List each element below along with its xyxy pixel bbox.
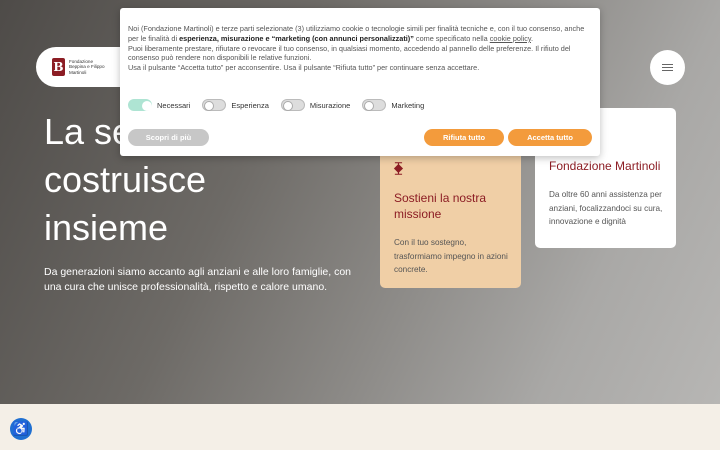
logo-text: Fondazione Beppina e Filippo Martinoli [69, 59, 105, 75]
cookie-banner: Noi (Fondazione Martinoli) e terze parti… [120, 8, 600, 156]
consent-toggles: Necessari Esperienza Misurazione Marketi… [128, 99, 436, 111]
toggle-label: Necessari [157, 100, 191, 110]
learn-more-button[interactable]: Scopri di più [128, 129, 209, 146]
hero-title-line: insieme [44, 207, 169, 248]
toggle-switch[interactable] [280, 99, 305, 111]
hero-description: Da generazioni siamo accanto agli anzian… [44, 266, 352, 293]
toggle-label: Misurazione [309, 100, 351, 110]
support-card-text: Con il tuo sostegno, trasformiamo impegn… [394, 238, 508, 274]
page-bottom-section [0, 404, 720, 450]
logo-mark: B [52, 58, 65, 76]
cookie-text: Noi (Fondazione Martinoli) e terze parti… [128, 24, 588, 73]
ribbon-icon: ⧱ [394, 160, 403, 175]
toggle-marketing[interactable]: Marketing [362, 99, 424, 111]
cookie-policy-link[interactable]: cookie policy [490, 34, 531, 43]
foundation-card-text: Da oltre 60 anni assistenza per anziani,… [549, 190, 663, 226]
hamburger-icon [662, 63, 673, 65]
cookie-paragraph-2: Puoi liberamente prestare, rifiutare o r… [128, 43, 571, 63]
cookie-paragraph-1: Noi (Fondazione Martinoli) e terze parti… [128, 24, 585, 43]
logo-line: Beppina e Filippo [69, 64, 105, 70]
reject-all-button[interactable]: Rifiuta tutto [424, 129, 504, 146]
toggle-misurazione[interactable]: Misurazione [280, 99, 351, 111]
hero-title-line: costruisce [44, 159, 207, 200]
toggle-esperienza[interactable]: Esperienza [202, 99, 269, 111]
hamburger-menu-button[interactable] [650, 50, 685, 85]
toggle-switch[interactable] [128, 99, 152, 111]
cookie-paragraph-3: Usa il pulsante “Accetta tutto” per acco… [128, 63, 480, 73]
toggle-necessari[interactable]: Necessari [128, 99, 190, 111]
support-card-title: Sostieni la nostra missione [394, 191, 487, 221]
logo-line: Martinoli [69, 69, 87, 75]
toggle-switch[interactable] [362, 99, 387, 111]
toggle-label: Esperienza [231, 100, 269, 110]
foundation-card-title: Fondazione Martinoli [549, 159, 661, 173]
accept-all-button[interactable]: Accetta tutto [508, 129, 592, 146]
accessibility-icon[interactable]: ♿ [10, 418, 32, 440]
toggle-switch[interactable] [202, 99, 227, 111]
toggle-label: Marketing [391, 100, 425, 110]
